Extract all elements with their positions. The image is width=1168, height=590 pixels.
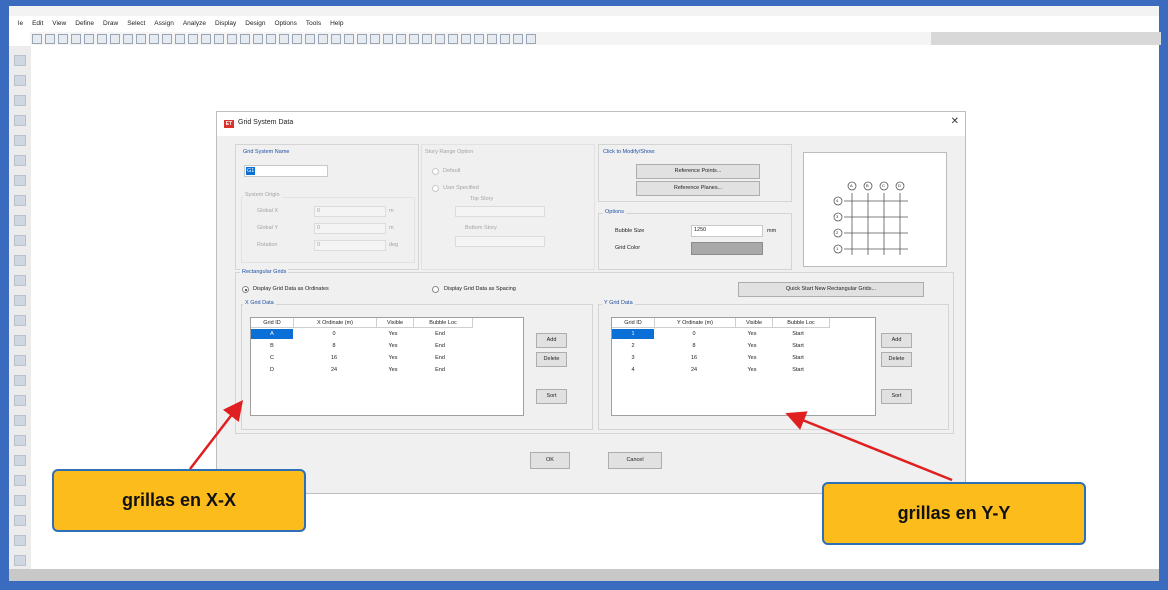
arrow-y-grid — [785, 411, 953, 482]
callout-x-grids: grillas en X-X — [52, 469, 306, 532]
arrow-x-grid — [189, 400, 244, 470]
callout-y-grids: grillas en Y-Y — [822, 482, 1086, 545]
